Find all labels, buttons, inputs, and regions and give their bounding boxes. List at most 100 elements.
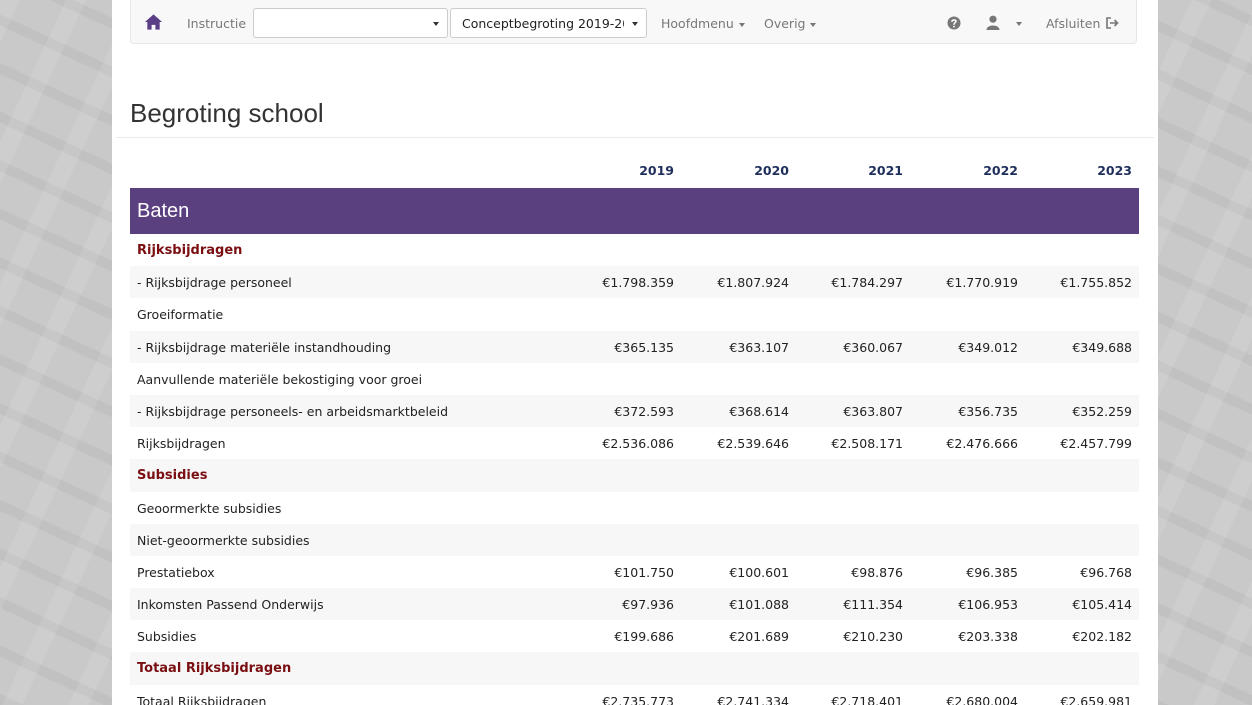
table-row: Totaal Rijksbijdragen €2.735.773 €2.741.33… bbox=[130, 685, 1139, 705]
table-cell: €105.414 bbox=[1072, 597, 1132, 613]
table-cell: €1.807.924 bbox=[717, 275, 789, 291]
table-row: Groeiformatie bbox=[130, 298, 1139, 330]
begroting-select[interactable]: Conceptbegroting 2019-2023 bbox=[450, 8, 647, 38]
caret-down-icon bbox=[738, 22, 745, 27]
table-cell: €210.230 bbox=[843, 629, 903, 645]
row-label: Totaal Rijksbijdragen bbox=[137, 693, 267, 705]
chevron-down-icon bbox=[433, 22, 439, 26]
table-cell: €352.259 bbox=[1072, 403, 1132, 419]
table-row: Geoormerkte subsidies bbox=[130, 492, 1139, 524]
page-container: Instructie Conceptbegroting 2019-2023 Ho… bbox=[112, 0, 1158, 705]
year-header: 2023 bbox=[1097, 163, 1132, 178]
table-cell: €2.476.666 bbox=[946, 436, 1018, 452]
row-label: Prestatiebox bbox=[137, 564, 215, 580]
table-cell: €98.876 bbox=[851, 564, 903, 580]
table-group-row: Totaal Rijksbijdragen bbox=[130, 652, 1139, 685]
table-cell: €1.784.297 bbox=[831, 275, 903, 291]
table-cell: €111.354 bbox=[843, 597, 903, 613]
table-group-row: Subsidies bbox=[130, 459, 1139, 492]
row-label: Subsidies bbox=[137, 629, 197, 645]
row-label: - Rijksbijdrage personeel bbox=[137, 275, 292, 291]
table-cell: €106.953 bbox=[958, 597, 1018, 613]
year-header: 2022 bbox=[983, 163, 1018, 178]
table-cell: €365.135 bbox=[614, 339, 674, 355]
table-cell: €101.750 bbox=[614, 564, 674, 580]
home-icon[interactable] bbox=[144, 13, 163, 31]
overig-dropdown[interactable]: Overig bbox=[764, 16, 817, 31]
table-cell: €363.107 bbox=[729, 339, 789, 355]
table-cell: €368.614 bbox=[729, 403, 789, 419]
table-cell: €101.088 bbox=[729, 597, 789, 613]
chevron-down-icon bbox=[632, 22, 638, 26]
table-row: - Rijksbijdrage materiële instandhouding… bbox=[130, 330, 1139, 363]
hoofdmenu-dropdown[interactable]: Hoofdmenu bbox=[661, 16, 745, 31]
table-cell: €199.686 bbox=[614, 629, 674, 645]
table-cell: €100.601 bbox=[729, 564, 789, 580]
question-circle-icon[interactable] bbox=[947, 16, 961, 30]
table-cell: €372.593 bbox=[614, 403, 674, 419]
table-cell: €2.741.334 bbox=[717, 693, 789, 705]
instructie-link[interactable]: Instructie bbox=[187, 16, 246, 31]
table-row: Rijksbijdragen €2.536.086 €2.539.646 €2.508… bbox=[130, 427, 1139, 459]
user-icon bbox=[986, 15, 1000, 30]
table-cell: €96.768 bbox=[1080, 564, 1132, 580]
table-cell: €96.385 bbox=[966, 564, 1018, 580]
table-cell: €202.182 bbox=[1072, 629, 1132, 645]
row-label: Groeiformatie bbox=[137, 307, 224, 323]
afsluiten-link[interactable]: Afsluiten bbox=[1046, 16, 1120, 31]
row-label: Aanvullende materiële bekostiging voor g… bbox=[137, 371, 423, 387]
table-group-row: Rijksbijdragen bbox=[130, 234, 1139, 266]
group-label: Subsidies bbox=[137, 468, 208, 484]
table-cell: €97.936 bbox=[622, 597, 674, 613]
row-label: - Rijksbijdrage materiële instandhouding bbox=[137, 339, 392, 355]
table-row: Inkomsten Passend Onderwijs €97.936 €101.0… bbox=[130, 588, 1139, 621]
row-label: Niet-geoormerkte subsidies bbox=[137, 532, 310, 548]
section-title: Baten bbox=[137, 200, 190, 222]
table-cell: €2.680.004 bbox=[946, 693, 1018, 705]
group-label: Totaal Rijksbijdragen bbox=[137, 661, 292, 677]
table-cell: €349.688 bbox=[1072, 339, 1132, 355]
table-row: Niet-geoormerkte subsidies bbox=[130, 523, 1139, 556]
table-cell: €2.659.981 bbox=[1060, 693, 1132, 705]
caret-down-icon bbox=[810, 22, 817, 27]
budget-table-body: Rijksbijdragen - Rijksbijdrage personeel €… bbox=[130, 234, 1139, 705]
school-select[interactable] bbox=[253, 8, 448, 38]
section-header-baten: Baten bbox=[130, 188, 1139, 234]
table-cell: €2.508.171 bbox=[831, 436, 903, 452]
row-label: Geoormerkte subsidies bbox=[137, 500, 282, 516]
page-title: Begroting school bbox=[130, 98, 324, 128]
user-menu[interactable] bbox=[986, 14, 1026, 32]
table-cell: €203.338 bbox=[958, 629, 1018, 645]
table-row: Aanvullende materiële bekostiging voor g… bbox=[130, 363, 1139, 395]
table-cell: €2.539.646 bbox=[717, 436, 789, 452]
year-header: 2019 bbox=[639, 163, 674, 178]
overig-label: Overig bbox=[764, 16, 806, 31]
row-label: Inkomsten Passend Onderwijs bbox=[137, 597, 324, 613]
row-label: Rijksbijdragen bbox=[137, 436, 226, 452]
table-cell: €2.536.086 bbox=[602, 436, 674, 452]
hoofdmenu-label: Hoofdmenu bbox=[661, 16, 734, 31]
begroting-select-value: Conceptbegroting 2019-2023 bbox=[462, 16, 624, 31]
table-cell: €2.735.773 bbox=[602, 693, 674, 705]
afsluiten-label: Afsluiten bbox=[1046, 16, 1101, 31]
year-header: 2020 bbox=[754, 163, 789, 178]
year-header: 2021 bbox=[868, 163, 903, 178]
table-row: Subsidies €199.686 €201.689 €210.230 €203.33… bbox=[130, 620, 1139, 652]
table-row: - Rijksbijdrage personeels- en arbeidsma… bbox=[130, 394, 1139, 428]
table-cell: €360.067 bbox=[843, 339, 903, 355]
group-label: Rijksbijdragen bbox=[137, 243, 243, 258]
table-cell: €349.012 bbox=[958, 339, 1018, 355]
year-header-row: 2019 2020 2021 2022 2023 bbox=[130, 163, 1139, 183]
table-cell: €201.689 bbox=[729, 629, 789, 645]
caret-down-icon bbox=[1016, 22, 1022, 26]
table-row: Prestatiebox €101.750 €100.601 €98.876 €96.3… bbox=[130, 556, 1139, 588]
table-cell: €1.798.359 bbox=[602, 275, 674, 291]
table-row: - Rijksbijdrage personeel €1.798.359 €1.80… bbox=[130, 266, 1139, 299]
sign-out-icon bbox=[1106, 17, 1120, 29]
table-cell: €2.718.401 bbox=[831, 693, 903, 705]
table-cell: €356.735 bbox=[958, 403, 1018, 419]
table-cell: €363.807 bbox=[843, 403, 903, 419]
table-cell: €1.755.852 bbox=[1060, 275, 1132, 291]
navbar: Instructie Conceptbegroting 2019-2023 Ho… bbox=[130, 0, 1137, 44]
title-divider bbox=[116, 137, 1154, 138]
